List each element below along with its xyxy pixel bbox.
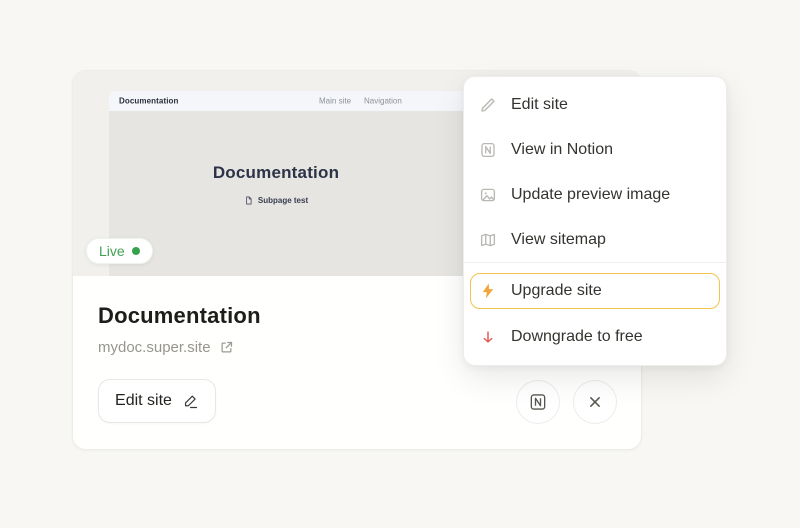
menu-item-edit-site[interactable]: Edit site [464,82,726,127]
live-dot-icon [132,247,140,255]
menu-item-label: View in Notion [511,141,613,159]
menu-item-upgrade-site[interactable]: Upgrade site [470,273,720,309]
preview-subpage-label: Subpage test [258,196,308,205]
live-status-badge: Live [86,238,153,264]
menu-item-label: Edit site [511,96,568,114]
menu-item-view-in-notion[interactable]: View in Notion [464,127,726,172]
edit-site-button[interactable]: Edit site [98,379,216,423]
external-link-icon [219,340,234,355]
site-actions-menu: Edit site View in Notion Update preview … [463,76,727,366]
preview-subpage-row: Subpage test [109,196,443,205]
notion-logo-icon [528,392,548,412]
site-url-text: mydoc.super.site [98,339,211,356]
preview-hero-title: Documentation [109,163,443,183]
preview-nav-brand: Documentation [119,97,179,106]
notion-button[interactable] [516,380,560,424]
notion-icon [479,141,497,159]
live-status-label: Live [99,243,125,259]
edit-site-button-label: Edit site [115,392,172,410]
pencil-icon [479,96,497,114]
menu-divider [464,262,726,263]
preview-nav-link-navigation: Navigation [364,97,402,106]
menu-item-label: Update preview image [511,186,670,204]
lightning-icon [479,282,497,300]
close-button[interactable] [573,380,617,424]
preview-hero: Documentation Subpage test [109,163,443,205]
arrow-down-icon [479,328,497,346]
image-icon [479,186,497,204]
preview-nav-link-main-site: Main site [319,97,351,106]
menu-item-label: View sitemap [511,231,606,249]
menu-item-label: Downgrade to free [511,328,643,346]
pencil-line-icon [182,393,199,410]
document-icon [244,196,253,205]
menu-item-label: Upgrade site [511,282,602,300]
site-url-link[interactable]: mydoc.super.site [98,339,234,356]
close-icon [585,392,605,412]
site-title: Documentation [98,303,261,329]
map-icon [479,231,497,249]
menu-item-view-sitemap[interactable]: View sitemap [464,217,726,262]
menu-item-downgrade-to-free[interactable]: Downgrade to free [464,314,726,359]
menu-item-update-preview-image[interactable]: Update preview image [464,172,726,217]
